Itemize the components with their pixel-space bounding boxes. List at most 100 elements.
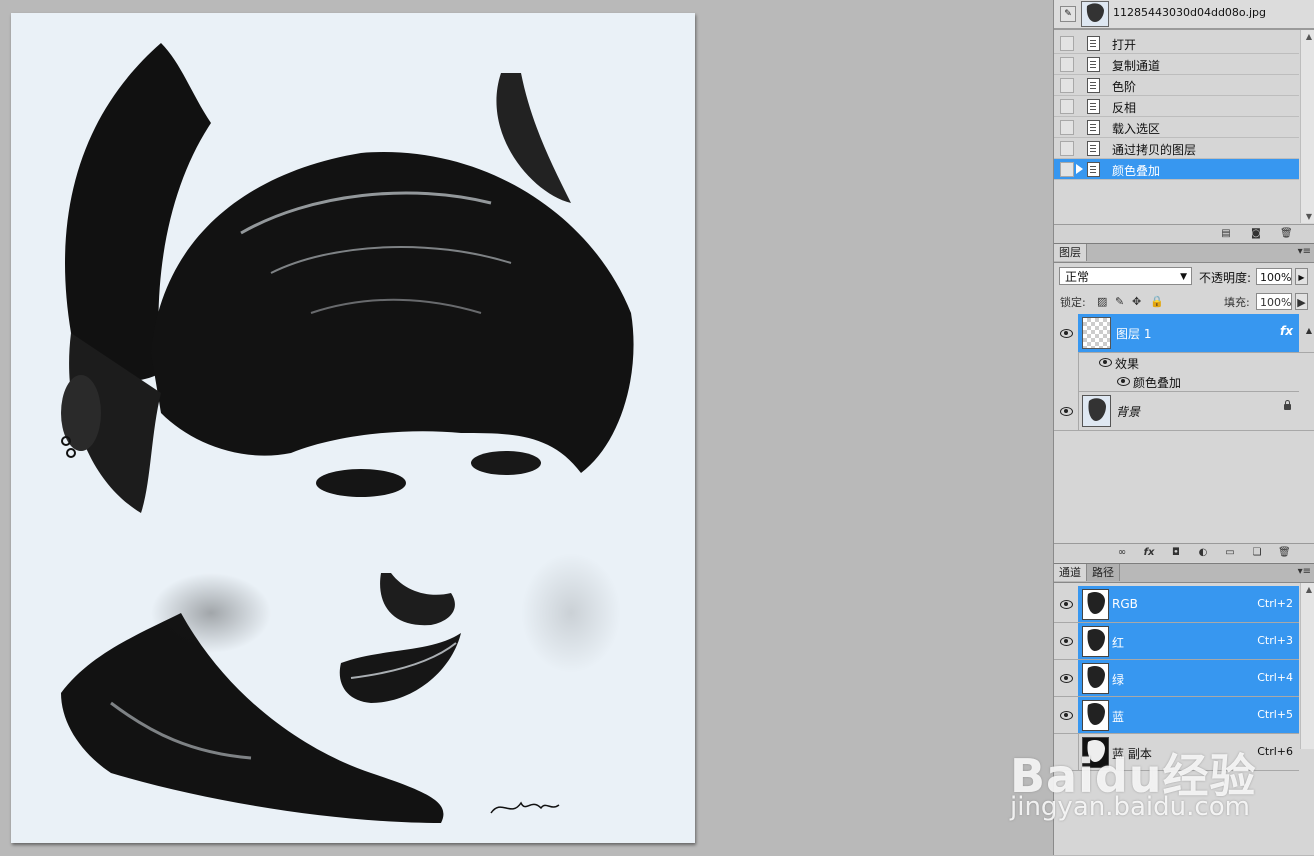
channel-row-blue[interactable]: 蓝 Ctrl+5 [1054,697,1299,734]
channel-thumbnail [1082,663,1109,694]
history-step-checkbox[interactable] [1060,78,1074,93]
layer-thumbnail [1082,317,1111,349]
channel-name: 红 [1112,636,1125,650]
layers-scroll-up-icon[interactable]: ▲ [1306,326,1312,335]
channel-main[interactable]: 红 Ctrl+3 [1078,623,1299,659]
tab-layers[interactable]: 图层 [1054,244,1087,261]
scroll-up-icon[interactable]: ▲ [1306,585,1312,594]
document-icon [1087,99,1100,114]
camera-icon[interactable]: ◙ [1250,228,1262,239]
scroll-up-icon[interactable]: ▲ [1306,32,1312,41]
channel-row-blue-copy[interactable]: 蓝 副本 Ctrl+6 [1054,734,1299,771]
history-state-marker-icon[interactable] [1076,164,1083,174]
tab-channels[interactable]: 通道 [1054,564,1087,581]
link-icon[interactable]: ∞ [1116,547,1128,558]
history-step-checkbox[interactable] [1060,162,1074,177]
channel-main[interactable]: 绿 Ctrl+4 [1078,660,1299,696]
new-layer-icon[interactable]: ❏ [1251,547,1263,558]
effects-group-row[interactable]: 效果 [1078,352,1314,372]
document-icon [1087,57,1100,72]
channel-shortcut: Ctrl+5 [1257,708,1293,721]
fill-label: 填充: [1224,296,1250,309]
snapshot-name: 11285443030d04dd08o.jpg [1113,6,1266,19]
channel-name: RGB [1112,597,1138,611]
channel-shortcut: Ctrl+2 [1257,597,1293,610]
panel-menu-icon[interactable]: ▾≡ [1298,566,1311,577]
channel-thumbnail [1082,737,1109,768]
eye-icon[interactable] [1117,377,1130,386]
channel-row-green[interactable]: 绿 Ctrl+4 [1054,660,1299,697]
fill-input[interactable]: 100% [1256,293,1292,310]
eye-icon[interactable] [1054,660,1079,696]
channel-name: 蓝 副本 [1112,747,1152,761]
history-brush-icon[interactable]: ✎ [1060,6,1076,22]
canvas-workspace[interactable] [0,0,1053,855]
eye-icon[interactable] [1054,623,1079,659]
eye-icon[interactable] [1054,314,1079,352]
layer-row[interactable]: 背景 [1054,392,1314,431]
history-step-checkbox[interactable] [1060,99,1074,114]
channel-name: 绿 [1112,673,1125,687]
history-step-checkbox[interactable] [1060,57,1074,72]
eye-icon[interactable] [1054,392,1079,430]
lock-paint-icon[interactable]: ✎ [1115,295,1124,308]
adjustment-icon[interactable]: ◐ [1197,547,1209,558]
trash-icon[interactable]: 🗑 [1278,547,1291,558]
history-panel: ✎ 11285443030d04dd08o.jpg 打开 复制通道 色阶 反相 … [1054,0,1314,243]
layer-main[interactable]: 图层 1 fx [1078,314,1299,352]
history-step[interactable]: 打开 [1054,33,1299,54]
history-step[interactable]: 反相 [1054,96,1299,117]
fill-slider-arrow-icon[interactable]: ▶ [1295,293,1308,310]
fx-icon[interactable]: fx [1280,324,1293,338]
document-canvas[interactable] [11,13,695,843]
layer-row[interactable]: 图层 1 fx ▲ [1054,314,1314,352]
lock-all-icon[interactable]: 🔒 [1150,295,1164,308]
blend-mode-select[interactable]: 正常 ▼ [1059,267,1192,285]
channel-main[interactable]: RGB Ctrl+2 [1078,586,1299,622]
eye-icon[interactable] [1054,697,1079,733]
channel-thumb-image [1087,740,1105,762]
folder-icon[interactable]: ▭ [1224,547,1236,558]
layer-name: 背景 [1116,405,1141,419]
eye-icon[interactable] [1054,586,1079,622]
lock-move-icon[interactable]: ✥ [1132,295,1141,308]
history-step-checkbox[interactable] [1060,36,1074,51]
trash-icon[interactable]: 🗑 [1280,228,1293,239]
history-step[interactable]: 通过拷贝的图层 [1054,138,1299,159]
history-step-current[interactable]: 颜色叠加 [1054,159,1299,180]
channel-row-rgb[interactable]: RGB Ctrl+2 [1054,586,1299,623]
channel-row-red[interactable]: 红 Ctrl+3 [1054,623,1299,660]
new-document-icon[interactable]: ▤ [1220,228,1232,239]
channels-list: RGB Ctrl+2 红 Ctrl+3 绿 Ctrl+4 蓝 Ctrl+5 蓝 … [1054,583,1299,771]
history-step-checkbox[interactable] [1060,141,1074,156]
eye-toggle-empty[interactable] [1054,734,1079,770]
scroll-down-icon[interactable]: ▼ [1306,212,1312,221]
snapshot-thumbnail [1081,1,1109,27]
effect-row[interactable]: 颜色叠加 [1078,372,1299,392]
lock-row: 锁定: ▨ ✎ ✥ 🔒 填充: 100% ▶ [1054,289,1314,315]
history-snapshot[interactable]: ✎ 11285443030d04dd08o.jpg [1054,0,1314,30]
channels-scrollbar[interactable]: ▲ [1300,583,1314,749]
history-step-checkbox[interactable] [1060,120,1074,135]
history-step[interactable]: 载入选区 [1054,117,1299,138]
fx-add-icon[interactable]: fx [1143,547,1155,558]
history-step[interactable]: 色阶 [1054,75,1299,96]
lock-label: 锁定: [1060,296,1086,309]
channel-main[interactable]: 蓝 副本 Ctrl+6 [1078,734,1299,770]
history-footer: ▤ ◙ 🗑 [1054,224,1314,243]
mask-icon[interactable]: ◘ [1170,547,1182,558]
layer-main[interactable]: 背景 [1078,392,1299,430]
tab-paths[interactable]: 路径 [1087,564,1120,581]
history-scrollbar[interactable]: ▲ ▼ [1300,30,1314,223]
channel-name: 蓝 [1112,710,1125,724]
opacity-label: 不透明度: [1199,271,1252,285]
opacity-input[interactable]: 100% [1256,268,1292,285]
eye-icon[interactable] [1099,358,1112,367]
channel-main[interactable]: 蓝 Ctrl+5 [1078,697,1299,733]
opacity-slider-arrow-icon[interactable]: ▶ [1295,268,1308,285]
lock-transparent-icon[interactable]: ▨ [1097,295,1107,308]
history-step-label: 反相 [1112,101,1137,115]
history-step[interactable]: 复制通道 [1054,54,1299,75]
panel-menu-icon[interactable]: ▾≡ [1298,246,1311,257]
effects-label: 效果 [1115,357,1140,371]
